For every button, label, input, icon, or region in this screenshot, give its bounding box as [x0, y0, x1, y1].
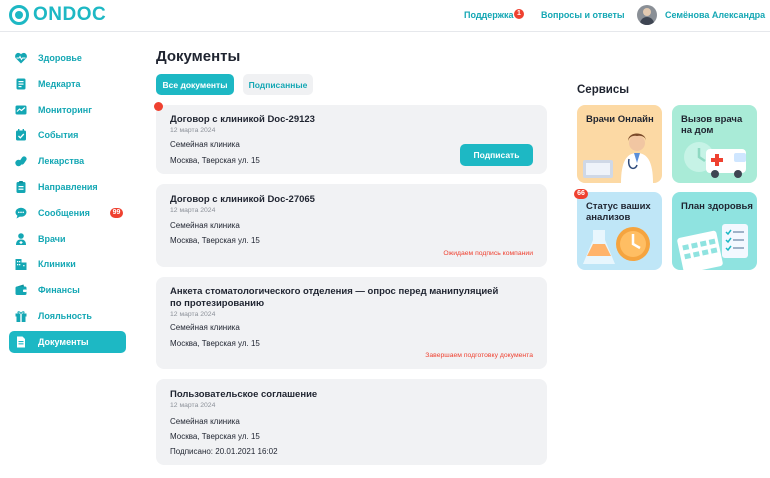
- service-tile-analysis-status[interactable]: Статус ваших анализов: [577, 192, 662, 270]
- document-title: Договор с клиникой Doc-29123: [170, 114, 315, 125]
- sidebar-item-label: Клиники: [38, 259, 76, 270]
- sidebar-item-referrals[interactable]: Направления: [9, 176, 126, 198]
- document-date: 12 марта 2024: [170, 402, 216, 409]
- building-icon: [14, 257, 28, 271]
- service-tile-home-visit[interactable]: Вызов врача на дом: [672, 105, 757, 183]
- status-badge: Ожидаем подпись компании: [443, 250, 533, 257]
- document-title: Договор с клиникой Doc-27065: [170, 194, 315, 205]
- service-tile-label: Статус ваших анализов: [586, 201, 651, 223]
- logo-text: ONDOC: [33, 4, 107, 25]
- heart-pulse-icon: [14, 51, 28, 65]
- wallet-icon: [14, 283, 28, 297]
- top-header: ONDOC Поддержка 1 Вопросы и ответы Семён…: [0, 0, 770, 32]
- sidebar-item-label: Документы: [38, 336, 89, 347]
- document-icon: [14, 335, 28, 349]
- document-card[interactable]: Анкета стоматологического отделения — оп…: [156, 277, 547, 369]
- document-title: Анкета стоматологического отделения — оп…: [170, 286, 499, 309]
- sidebar-item-label: Финансы: [38, 285, 80, 296]
- gift-icon: [14, 309, 28, 323]
- sidebar-item-medicines[interactable]: Лекарства: [9, 150, 126, 172]
- support-link[interactable]: Поддержка: [464, 10, 514, 20]
- sidebar-item-label: Мониторинг: [38, 104, 92, 115]
- document-title: Пользовательское соглашение: [170, 389, 318, 400]
- sidebar-item-documents[interactable]: Документы: [9, 330, 126, 353]
- sidebar-item-label: Медкарта: [38, 78, 81, 89]
- sidebar-item-label: Направления: [38, 181, 98, 192]
- service-tile-health-plan[interactable]: План здоровья: [672, 192, 757, 270]
- document-address: Москва, Тверская ул. 15: [170, 432, 260, 441]
- support-badge: 1: [514, 9, 524, 19]
- document-clinic: Семейная клиника: [170, 221, 240, 230]
- sidebar-item-label: Здоровье: [38, 53, 82, 63]
- document-card[interactable]: Договор с клиникой Doc-27065 12 марта 20…: [156, 184, 547, 267]
- chat-icon: [14, 206, 28, 220]
- service-tile-online-doctors[interactable]: Врачи Онлайн: [577, 105, 662, 183]
- tab-all-documents[interactable]: Все документы: [156, 74, 234, 95]
- monitoring-icon: [14, 103, 28, 117]
- sidebar-item-clinics[interactable]: Клиники: [9, 253, 126, 275]
- sidebar-item-messages[interactable]: Сообщения 99: [9, 202, 126, 224]
- document-card[interactable]: Пользовательское соглашение 12 марта 202…: [156, 379, 547, 465]
- document-date: 12 марта 2024: [170, 127, 216, 134]
- document-clinic: Семейная клиника: [170, 140, 240, 149]
- user-name[interactable]: Семёнова Александра: [665, 10, 765, 20]
- messages-badge: 99: [110, 207, 123, 218]
- sidebar-item-medcard[interactable]: Медкарта: [9, 73, 126, 95]
- ondoc-logo[interactable]: ONDOC: [9, 4, 106, 26]
- calendar-check-icon: [14, 128, 28, 142]
- sidebar-item-label: События: [38, 130, 79, 141]
- sidebar-item-label: Сообщения: [38, 207, 90, 218]
- sidebar-item-label: Лояльность: [38, 310, 92, 321]
- tab-signed[interactable]: Подписанные: [243, 74, 313, 95]
- document-date: 12 марта 2024: [170, 311, 216, 318]
- faq-link[interactable]: Вопросы и ответы: [541, 10, 625, 20]
- document-address: Москва, Тверская ул. 15: [170, 339, 260, 348]
- service-tile-label: Вызов врача на дом: [681, 114, 743, 136]
- document-signed-date: Подписано: 20.01.2021 16:02: [170, 447, 278, 456]
- pills-icon: [14, 154, 28, 168]
- unread-indicator: [154, 102, 163, 111]
- document-card[interactable]: Договор с клиникой Doc-29123 12 марта 20…: [156, 105, 547, 174]
- service-tile-label: Врачи Онлайн: [586, 114, 654, 125]
- sidebar-item-health[interactable]: Здоровье: [9, 47, 126, 69]
- sign-button[interactable]: Подписать: [460, 144, 533, 166]
- medcard-icon: [14, 77, 28, 91]
- sidebar-nav: Здоровье Медкарта Мониторинг События Лек…: [9, 47, 126, 357]
- document-clinic: Семейная клиника: [170, 323, 240, 332]
- analysis-badge: 66: [574, 189, 588, 199]
- document-address: Москва, Тверская ул. 15: [170, 236, 260, 245]
- document-date: 12 марта 2024: [170, 207, 216, 214]
- sidebar-item-monitoring[interactable]: Мониторинг: [9, 99, 126, 121]
- doctor-icon: [14, 232, 28, 246]
- sidebar-item-finance[interactable]: Финансы: [9, 279, 126, 301]
- service-tile-label: План здоровья: [681, 201, 753, 212]
- sidebar-item-label: Лекарства: [38, 156, 85, 167]
- sidebar-item-label: Врачи: [38, 233, 66, 244]
- logo-mark-icon: [9, 5, 29, 25]
- page-title: Документы: [156, 48, 241, 65]
- document-clinic: Семейная клиника: [170, 417, 240, 426]
- status-badge: Завершаем подготовку документа: [425, 352, 533, 359]
- document-address: Москва, Тверская ул. 15: [170, 156, 260, 165]
- avatar[interactable]: [637, 5, 657, 25]
- sidebar-item-doctors[interactable]: Врачи: [9, 228, 126, 250]
- services-title: Сервисы: [577, 84, 630, 96]
- clipboard-icon: [14, 180, 28, 194]
- sidebar-item-events[interactable]: События: [9, 124, 126, 146]
- sidebar-item-loyalty[interactable]: Лояльность: [9, 305, 126, 327]
